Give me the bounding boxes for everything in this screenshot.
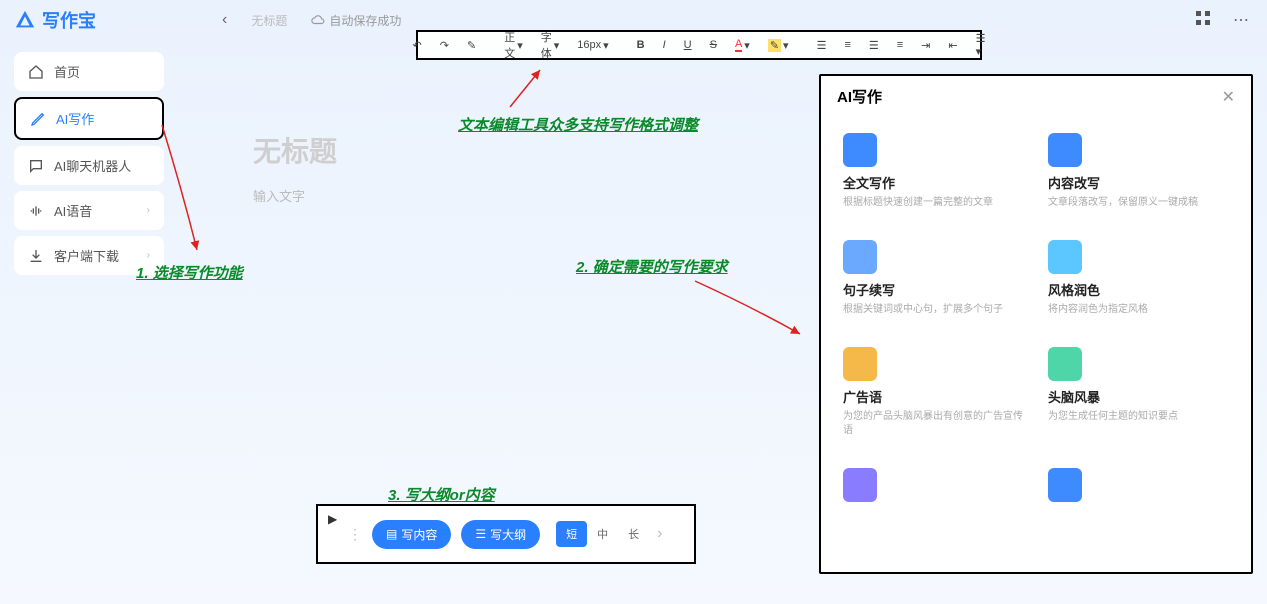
ai-card-desc: 文章段落改写，保留原义一键成稿 bbox=[1048, 196, 1229, 210]
ai-card-title: 内容改写 bbox=[1048, 173, 1229, 192]
chevron-right-icon: › bbox=[147, 250, 150, 261]
ai-write-panel: AI写作 ✕ 全文写作根据标题快速创建一篇完整的文章内容改写文章段落改写，保留原… bbox=[819, 74, 1253, 574]
ai-card-0[interactable]: 全文写作根据标题快速创建一篇完整的文章 bbox=[837, 123, 1030, 218]
align-center-button[interactable]: ≡ bbox=[840, 37, 854, 53]
doc-icon: ▤ bbox=[386, 527, 397, 541]
outdent-button[interactable]: ⇤ bbox=[944, 37, 961, 54]
sidebar-item-download[interactable]: 客户端下载 › bbox=[14, 236, 164, 275]
length-long[interactable]: 长 bbox=[618, 521, 649, 547]
write-content-button[interactable]: ▤ 写内容 bbox=[372, 520, 451, 549]
undo-button[interactable]: ↶ bbox=[409, 37, 426, 54]
highlight-button[interactable]: ✎ ▾ bbox=[764, 37, 793, 54]
app-logo: 写作宝 bbox=[14, 7, 96, 33]
ai-card-title: 广告语 bbox=[843, 387, 1024, 406]
logo-icon bbox=[14, 9, 36, 31]
back-button[interactable]: ‹ bbox=[216, 9, 233, 31]
align-left-button[interactable]: ☰ bbox=[813, 37, 831, 54]
ai-card-2[interactable]: 句子续写根据关键词或中心句，扩展多个句子 bbox=[837, 230, 1030, 325]
chat-icon bbox=[28, 158, 44, 174]
align-right-button[interactable]: ☰ bbox=[865, 37, 883, 54]
ai-card-5[interactable]: 头脑风暴为您生成任何主题的知识要点 bbox=[1042, 337, 1235, 446]
app-name: 写作宝 bbox=[42, 7, 96, 33]
sidebar-item-home[interactable]: 首页 bbox=[14, 52, 164, 91]
ai-card-title: 句子续写 bbox=[843, 280, 1024, 299]
sidebar-item-chatbot[interactable]: AI聊天机器人 bbox=[14, 146, 164, 185]
ai-card-icon bbox=[843, 347, 877, 381]
title-input[interactable]: 无标题 bbox=[253, 130, 793, 170]
annotation-2: 2. 确定需要的写作要求 bbox=[576, 256, 728, 277]
length-short[interactable]: 短 bbox=[556, 521, 587, 547]
download-icon bbox=[28, 248, 44, 264]
format-painter-button[interactable]: ✎ bbox=[463, 37, 480, 54]
font-size-select[interactable]: 16px ▾ bbox=[573, 37, 612, 54]
voice-icon bbox=[28, 203, 44, 219]
close-icon[interactable]: ✕ bbox=[1222, 87, 1235, 107]
ai-card-desc: 根据标题快速创建一篇完整的文章 bbox=[843, 196, 1024, 210]
ai-card-desc: 为您生成任何主题的知识要点 bbox=[1048, 410, 1229, 424]
ai-card-3[interactable]: 风格润色将内容润色为指定风格 bbox=[1042, 230, 1235, 325]
annotation-3: 3. 写大纲or内容 bbox=[388, 484, 495, 505]
ai-card-icon bbox=[843, 468, 877, 502]
underline-button[interactable]: U bbox=[680, 37, 696, 53]
ai-card-1[interactable]: 内容改写文章段落改写，保留原义一键成稿 bbox=[1042, 123, 1235, 218]
cloud-icon bbox=[311, 13, 325, 27]
ai-card-icon bbox=[1048, 240, 1082, 274]
redo-button[interactable]: ↷ bbox=[436, 37, 453, 54]
ai-card-icon bbox=[843, 133, 877, 167]
length-medium[interactable]: 中 bbox=[587, 521, 618, 547]
sidebar-item-ai-write[interactable]: AI写作 bbox=[14, 97, 164, 140]
play-icon[interactable]: ▶ bbox=[328, 512, 337, 526]
ai-card-title: 头脑风暴 bbox=[1048, 387, 1229, 406]
editor-toolbar: ↶ ↷ ✎ 正文 ▾ 字体 ▾ 16px ▾ B I U S A ▾ ✎ ▾ ☰… bbox=[416, 30, 982, 60]
font-family-select[interactable]: 字体 ▾ bbox=[537, 27, 564, 63]
sidebar-item-voice[interactable]: AI语音 › bbox=[14, 191, 164, 230]
ai-card-title: 风格润色 bbox=[1048, 280, 1229, 299]
indent-button[interactable]: ⇥ bbox=[917, 37, 934, 54]
ai-card-6[interactable] bbox=[837, 458, 1030, 516]
bottom-toolbar: ▶ ⋮ ▤ 写内容 ☰ 写大纲 短 中 长 › bbox=[316, 504, 696, 564]
bold-button[interactable]: B bbox=[633, 37, 649, 53]
ai-card-7[interactable] bbox=[1042, 458, 1235, 516]
ai-card-desc: 为您的产品头脑风暴出有创意的广告宣传语 bbox=[843, 410, 1024, 438]
autosave-status: 自动保存成功 bbox=[311, 12, 401, 29]
arrow-toolbar bbox=[500, 62, 560, 112]
more-icon[interactable]: ⋮ bbox=[348, 526, 362, 543]
list-button[interactable]: ☰ ▾ bbox=[972, 30, 990, 60]
strike-button[interactable]: S bbox=[706, 37, 721, 53]
ai-card-icon bbox=[843, 240, 877, 274]
paragraph-style-select[interactable]: 正文 ▾ bbox=[500, 27, 527, 63]
ai-panel-title: AI写作 bbox=[837, 86, 882, 107]
ai-card-icon bbox=[1048, 468, 1082, 502]
apps-icon[interactable] bbox=[1191, 6, 1215, 35]
sidebar: 首页 AI写作 AI聊天机器人 AI语音 › 客户端下载 › bbox=[14, 52, 164, 281]
chevron-right-icon: › bbox=[147, 205, 150, 216]
arrow-2 bbox=[690, 276, 810, 346]
list-icon: ☰ bbox=[475, 527, 486, 541]
editor-area[interactable]: 无标题 输入文字 bbox=[253, 130, 793, 205]
write-outline-button[interactable]: ☰ 写大纲 bbox=[461, 520, 540, 549]
more-icon[interactable]: ⋯ bbox=[1229, 6, 1253, 35]
chevron-right-icon[interactable]: › bbox=[649, 520, 670, 548]
ai-card-desc: 将内容润色为指定风格 bbox=[1048, 303, 1229, 317]
align-justify-button[interactable]: ≡ bbox=[893, 37, 907, 53]
ai-card-desc: 根据关键词或中心句，扩展多个句子 bbox=[843, 303, 1024, 317]
ai-card-icon bbox=[1048, 133, 1082, 167]
length-toggle: 短 中 长 › bbox=[556, 520, 670, 548]
pencil-icon bbox=[30, 111, 46, 127]
font-color-button[interactable]: A ▾ bbox=[731, 36, 754, 54]
ai-card-title: 全文写作 bbox=[843, 173, 1024, 192]
italic-button[interactable]: I bbox=[659, 37, 670, 53]
body-input[interactable]: 输入文字 bbox=[253, 186, 793, 205]
ai-card-icon bbox=[1048, 347, 1082, 381]
home-icon bbox=[28, 64, 44, 80]
ai-card-4[interactable]: 广告语为您的产品头脑风暴出有创意的广告宣传语 bbox=[837, 337, 1030, 446]
breadcrumb: 无标题 bbox=[251, 12, 287, 29]
